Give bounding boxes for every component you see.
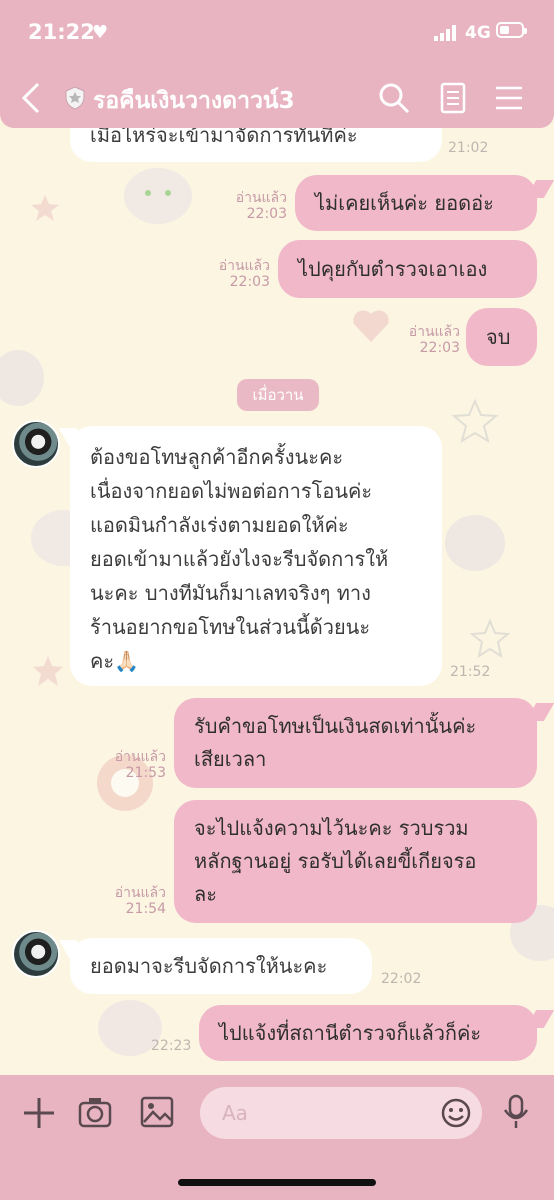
chat-title: รอคืนเงินวางดาวน์3 (93, 88, 295, 114)
star-deco (31, 195, 59, 221)
star-outline-deco-2 (469, 618, 511, 659)
shield-icon (65, 86, 85, 110)
read-receipt: อ่านแล้ว 22:03 (218, 258, 270, 290)
message-line: แอดมินกำลังเร่งตามยอดให้ค่ะ (90, 513, 349, 537)
bear-sticker-deco-2 (0, 350, 44, 406)
message-time: 21:02 (448, 140, 489, 156)
day-divider: เมื่อวาน (237, 379, 319, 411)
avatar[interactable] (12, 420, 60, 468)
read-receipt: อ่านแล้ว 22:03 (235, 190, 287, 222)
message-line: คะ🙏🏻 (90, 649, 140, 673)
bear-sticker-deco (124, 168, 192, 224)
message-line: ยอดเข้ามาแล้วยังไงจะรีบจัดการให้ (90, 547, 389, 571)
read-receipt: อ่านแล้ว 21:54 (114, 885, 166, 917)
back-icon[interactable] (18, 80, 44, 116)
message-line: ละ (194, 882, 217, 906)
star-deco-2 (33, 656, 63, 686)
home-indicator (178, 1179, 376, 1186)
message-text: จบ (486, 325, 511, 349)
message-text: ไปแจ้งที่สถานีตำรวจก็แล้วก็ค่ะ (219, 1021, 482, 1045)
message-line: ร้านอยากขอโทษในส่วนนี้ด้วยนะ (90, 615, 371, 639)
status-time: 21:22 (28, 20, 95, 44)
message-outgoing: ไม่เคยเห็นค่ะ ยอดอ่ะ (295, 175, 537, 231)
message-line: เนื่องจากยอดไม่พอต่อการโอนค่ะ (90, 479, 373, 503)
message-line: หลักฐานอยู่ รอรับได้เลยขี้เกียจรอ (194, 849, 477, 873)
message-incoming: ยอดมาจะรีบจัดการให้นะคะ (70, 938, 372, 994)
avatar[interactable] (12, 930, 60, 978)
mic-icon[interactable] (502, 1094, 530, 1130)
header-bar: 21:22 ♥ 4G รอคืนเงินวางดาวน์3 (0, 0, 554, 128)
bear-sticker-deco-3 (445, 515, 505, 571)
message-line: นะคะ บางทีมันก็มาเลทจริงๆ ทาง (90, 581, 371, 605)
message-line: จะไปแจ้งความไว้นะคะ รวบรวม (194, 816, 469, 840)
read-receipt: อ่านแล้ว 22:03 (408, 324, 460, 356)
star-outline-deco (451, 398, 499, 444)
message-outgoing: ไปคุยกับตำรวจเอาเอง (278, 240, 537, 298)
message-line: รับคำขอโทษเป็นเงินสดเท่านั้นค่ะ (194, 714, 477, 738)
battery-icon (496, 22, 527, 38)
image-icon[interactable] (140, 1096, 174, 1128)
message-time: 22:23 (151, 1038, 192, 1054)
message-outgoing: จบ (466, 308, 537, 366)
message-time: 22:02 (381, 971, 422, 987)
notes-icon[interactable] (440, 82, 466, 114)
input-placeholder: Aa (222, 1101, 248, 1125)
network-label: 4G (465, 23, 491, 43)
message-text: ไปคุยกับตำรวจเอาเอง (298, 257, 488, 281)
message-line: เสียเวลา (194, 747, 267, 771)
signal-icon (434, 25, 456, 41)
menu-icon[interactable] (494, 82, 524, 114)
camera-icon[interactable] (78, 1096, 112, 1128)
message-text: ยอดมาจะรีบจัดการให้นะคะ (90, 954, 328, 978)
heart-deco (353, 310, 389, 342)
search-icon[interactable] (378, 82, 410, 114)
message-line: ต้องขอโทษลูกค้าอีกครั้งนะคะ (90, 445, 344, 469)
heart-icon: ♥ (92, 22, 109, 43)
message-outgoing: รับคำขอโทษเป็นเงินสดเท่านั้นค่ะ เสียเวลา (174, 698, 537, 788)
message-incoming: ต้องขอโทษลูกค้าอีกครั้งนะคะ เนื่องจากยอด… (70, 426, 442, 686)
message-time: 21:52 (450, 664, 491, 680)
read-receipt: อ่านแล้ว 21:53 (114, 749, 166, 781)
emoji-icon[interactable] (440, 1097, 472, 1129)
message-outgoing: จะไปแจ้งความไว้นะคะ รวบรวม หลักฐานอยู่ ร… (174, 800, 537, 923)
message-text: ไม่เคยเห็นค่ะ ยอดอ่ะ (315, 191, 494, 215)
message-outgoing: ไปแจ้งที่สถานีตำรวจก็แล้วก็ค่ะ (199, 1005, 537, 1061)
plus-icon[interactable] (22, 1096, 56, 1130)
